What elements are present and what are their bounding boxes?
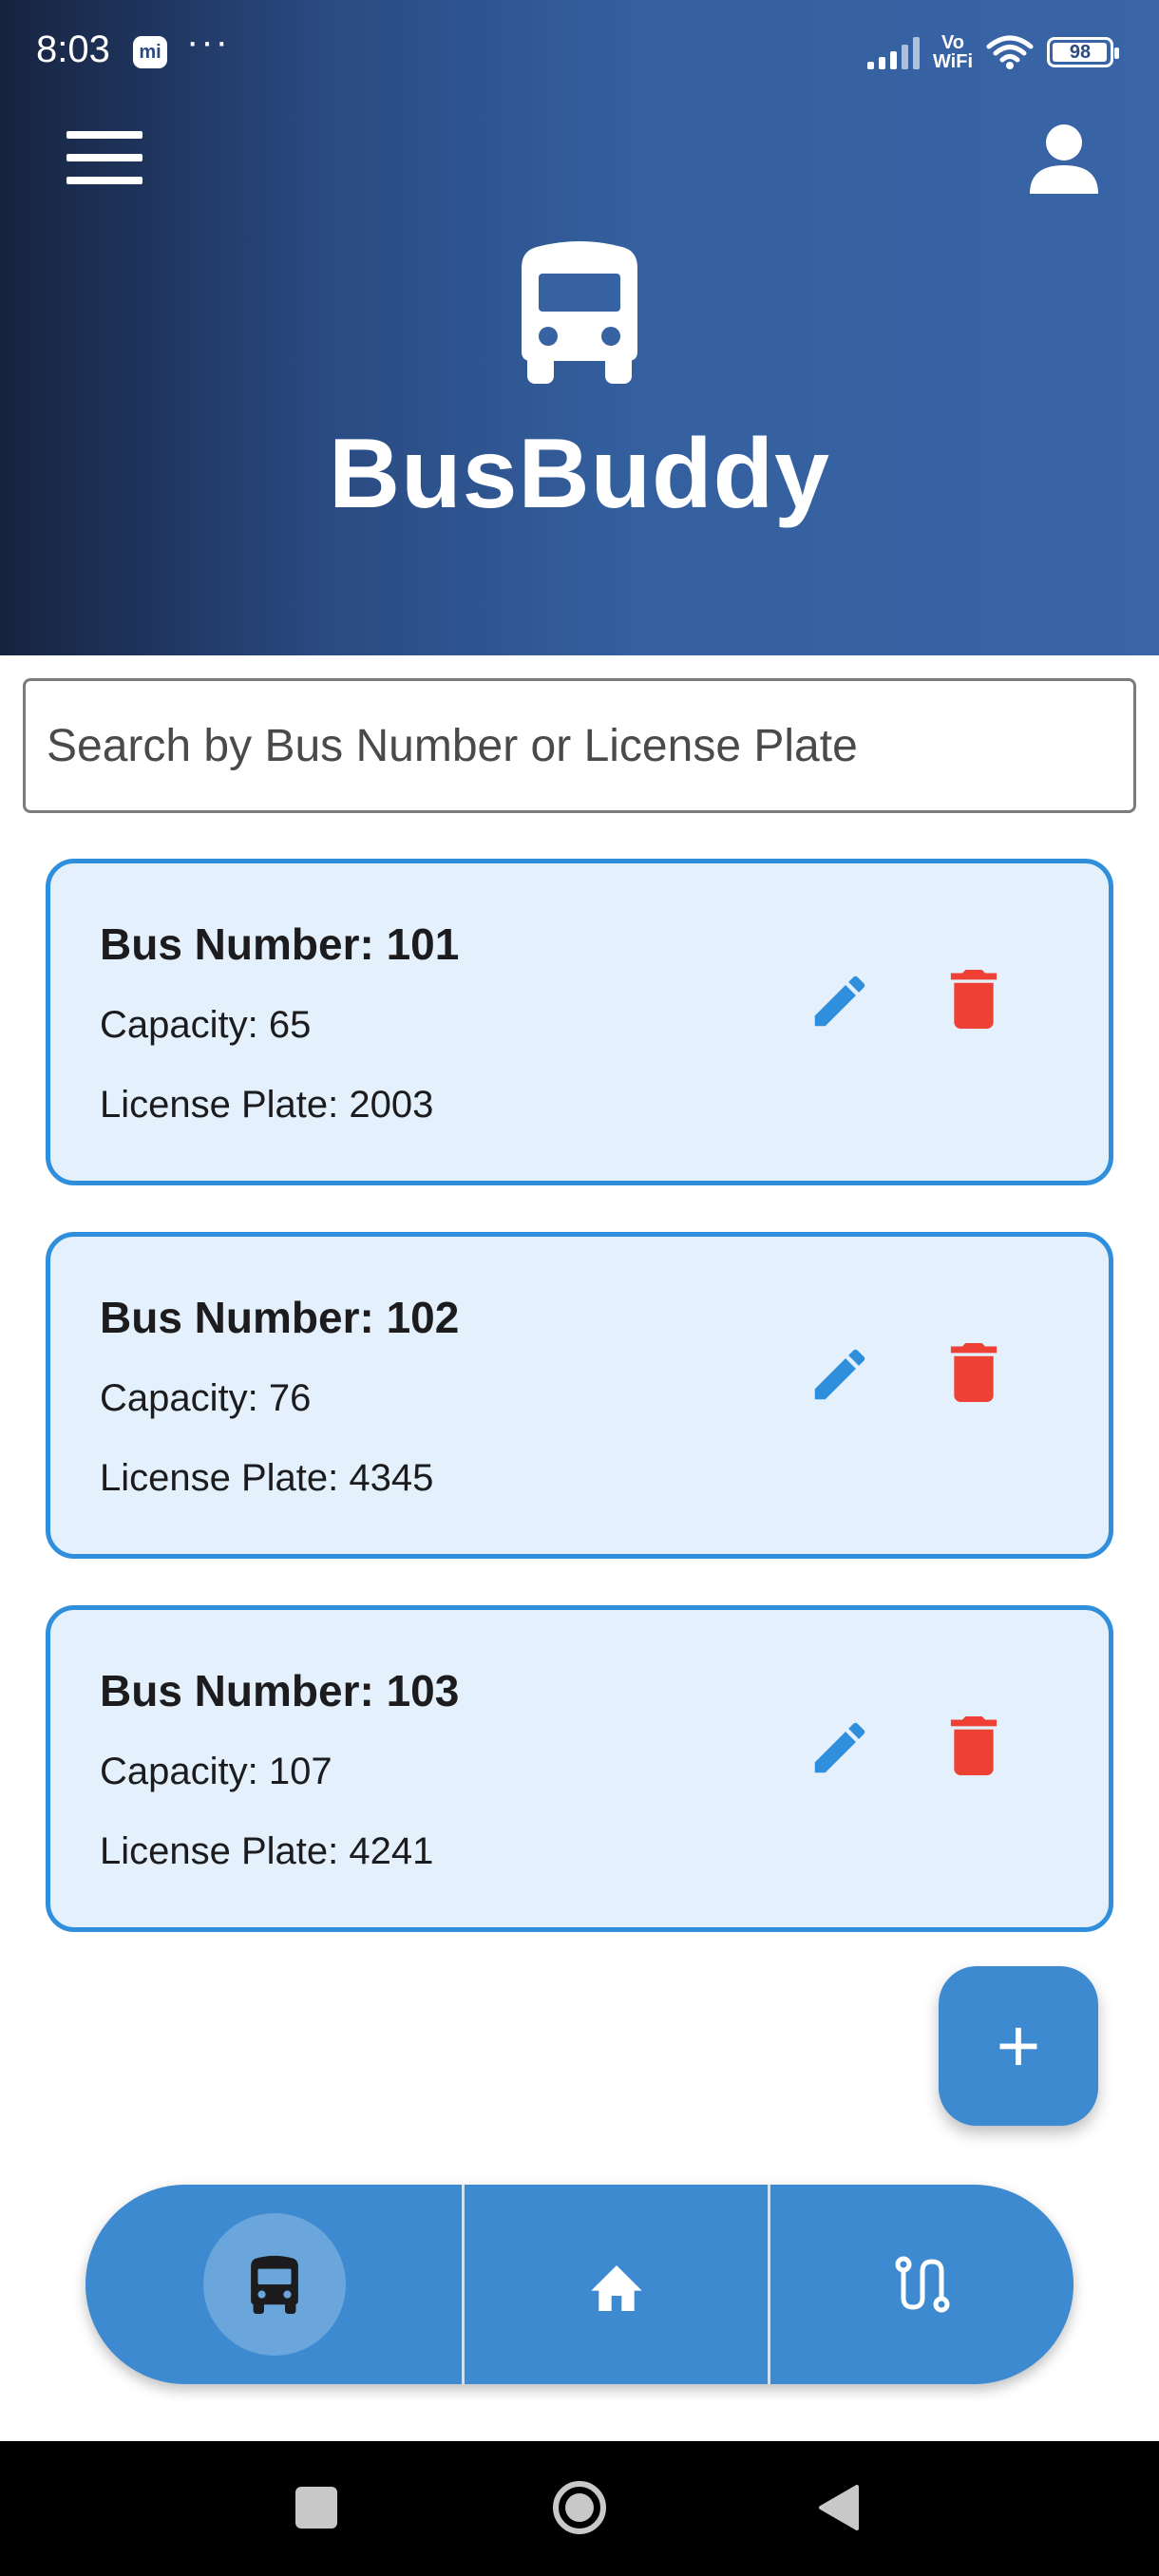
pencil-icon[interactable] xyxy=(807,1341,873,1408)
home-icon xyxy=(591,2265,642,2311)
license-plate: License Plate: 4241 xyxy=(100,1830,434,1872)
license-plate: License Plate: 4345 xyxy=(100,1457,434,1499)
search-input[interactable] xyxy=(47,719,1133,772)
more-notifications-icon: ··· xyxy=(186,21,230,63)
nav-item-buses[interactable] xyxy=(86,2185,464,2384)
vowifi-bottom-label: WiFi xyxy=(932,51,973,72)
trash-icon[interactable] xyxy=(948,970,999,1029)
battery-level: 98 xyxy=(1069,41,1092,63)
bus-capacity: Capacity: 107 xyxy=(100,1751,332,1792)
search-field[interactable] xyxy=(23,678,1136,813)
signal-icon xyxy=(866,35,920,69)
app-header: 8:03 mi ··· Vo WiFi 98 BusBuddy xyxy=(0,0,1159,655)
trash-icon[interactable] xyxy=(948,1716,999,1775)
bus-capacity: Capacity: 65 xyxy=(100,1004,312,1046)
app-title: BusBuddy xyxy=(329,419,830,529)
bus-card-102[interactable]: Bus Number: 102 Capacity: 76 License Pla… xyxy=(46,1232,1113,1559)
hamburger-menu-icon[interactable] xyxy=(66,131,142,184)
pencil-icon[interactable] xyxy=(807,1714,873,1781)
status-icons: Vo WiFi 98 xyxy=(866,28,1119,76)
status-bar: 8:03 mi ··· Vo WiFi 98 xyxy=(0,0,1159,104)
vowifi-icon: Vo WiFi xyxy=(933,33,973,71)
bus-card-103[interactable]: Bus Number: 103 Capacity: 107 License Pl… xyxy=(46,1605,1113,1932)
wifi-icon xyxy=(986,35,1034,69)
status-time: 8:03 xyxy=(36,28,110,70)
mi-notification-icon: mi xyxy=(133,36,167,68)
bus-capacity: Capacity: 76 xyxy=(100,1377,312,1419)
bus-number: Bus Number: 102 xyxy=(100,1293,460,1342)
nav-item-routes[interactable] xyxy=(770,2185,1074,2384)
bottom-navigation xyxy=(86,2185,1074,2384)
add-bus-button[interactable]: + xyxy=(939,1966,1098,2126)
vowifi-top-label: Vo xyxy=(940,32,965,53)
square-icon[interactable] xyxy=(295,2487,337,2529)
bus-card-101[interactable]: Bus Number: 101 Capacity: 65 License Pla… xyxy=(46,859,1113,1185)
battery-icon: 98 xyxy=(1047,37,1119,67)
route-icon xyxy=(895,2256,949,2313)
bus-icon xyxy=(251,2255,298,2314)
license-plate: License Plate: 2003 xyxy=(100,1084,434,1126)
triangle-back-icon[interactable] xyxy=(815,2483,861,2532)
bus-number: Bus Number: 101 xyxy=(100,919,460,969)
bus-number: Bus Number: 103 xyxy=(100,1666,460,1715)
nav-item-home[interactable] xyxy=(465,2185,769,2384)
plus-icon: + xyxy=(996,2003,1041,2088)
pencil-icon[interactable] xyxy=(807,968,873,1034)
system-navigation-bar xyxy=(0,2441,1159,2576)
trash-icon[interactable] xyxy=(948,1343,999,1402)
circle-home-icon[interactable] xyxy=(551,2479,608,2536)
person-icon[interactable] xyxy=(1026,120,1102,196)
bus-icon xyxy=(522,241,637,384)
active-indicator xyxy=(203,2213,346,2356)
